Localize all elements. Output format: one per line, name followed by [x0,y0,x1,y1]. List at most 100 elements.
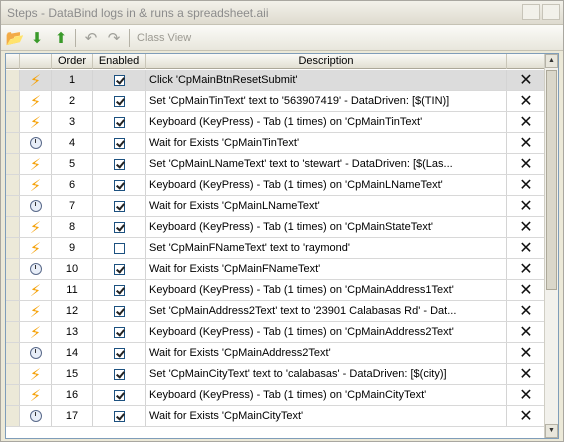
table-row[interactable]: 17 Wait for Exists 'CpMainCityText' ✕ [6,406,546,427]
row-selector[interactable] [6,343,20,363]
delete-step-icon[interactable]: ✕ [519,177,532,193]
description-cell[interactable]: Click 'CpMainBtnResetSubmit' [146,70,507,90]
minimize-button[interactable] [522,4,540,20]
delete-step-icon[interactable]: ✕ [519,408,532,424]
table-row[interactable]: ⚡ 15 Set 'CpMainCityText' text to 'calabas… [6,364,546,385]
delete-step-icon[interactable]: ✕ [519,198,532,214]
description-cell[interactable]: Wait for Exists 'CpMainFNameText' [146,259,507,279]
delete-step-icon[interactable]: ✕ [519,324,532,340]
enabled-checkbox[interactable] [113,347,125,359]
description-cell[interactable]: Keyboard (KeyPress) - Tab (1 times) on '… [146,112,507,132]
description-cell[interactable]: Keyboard (KeyPress) - Tab (1 times) on '… [146,280,507,300]
move-down-icon[interactable]: ⬇ [27,28,47,48]
description-cell[interactable]: Wait for Exists 'CpMainAddress2Text' [146,343,507,363]
description-cell[interactable]: Set 'CpMainAddress2Text' text to '23901 … [146,301,507,321]
delete-step-icon[interactable]: ✕ [519,156,532,172]
enabled-checkbox[interactable] [113,263,125,275]
row-selector[interactable] [6,280,20,300]
enabled-checkbox[interactable] [113,179,125,191]
delete-step-icon[interactable]: ✕ [519,345,532,361]
table-row[interactable]: 14 Wait for Exists 'CpMainAddress2Text' ✕ [6,343,546,364]
row-selector[interactable] [6,259,20,279]
undo-icon[interactable]: ↶ [81,28,101,48]
scroll-down-button[interactable]: ▼ [545,424,558,438]
description-cell[interactable]: Wait for Exists 'CpMainLNameText' [146,196,507,216]
delete-step-icon[interactable]: ✕ [519,135,532,151]
enabled-checkbox[interactable] [113,116,125,128]
table-row[interactable]: 4 Wait for Exists 'CpMainTinText' ✕ [6,133,546,154]
delete-step-icon[interactable]: ✕ [519,72,532,88]
description-cell[interactable]: Keyboard (KeyPress) - Tab (1 times) on '… [146,322,507,342]
table-row[interactable]: ⚡ 5 Set 'CpMainLNameText' text to 'stewart… [6,154,546,175]
enabled-checkbox[interactable] [113,326,125,338]
header-description[interactable]: Description [146,54,507,69]
enabled-checkbox[interactable] [113,158,125,170]
enabled-checkbox[interactable] [113,368,125,380]
delete-step-icon[interactable]: ✕ [519,366,532,382]
enabled-checkbox[interactable] [113,74,125,86]
scroll-thumb[interactable] [546,70,557,290]
maximize-button[interactable] [542,4,560,20]
row-selector[interactable] [6,91,20,111]
description-cell[interactable]: Set 'CpMainTinText' text to '563907419' … [146,91,507,111]
table-row[interactable]: ⚡ 2 Set 'CpMainTinText' text to '563907419… [6,91,546,112]
description-cell[interactable]: Keyboard (KeyPress) - Tab (1 times) on '… [146,385,507,405]
row-selector[interactable] [6,301,20,321]
delete-step-icon[interactable]: ✕ [519,387,532,403]
table-row[interactable]: ⚡ 13 Keyboard (KeyPress) - Tab (1 times) o… [6,322,546,343]
table-row[interactable]: ⚡ 1 Click 'CpMainBtnResetSubmit' ✕ [6,70,546,91]
table-row[interactable]: ⚡ 12 Set 'CpMainAddress2Text' text to '239… [6,301,546,322]
enabled-checkbox[interactable] [113,137,125,149]
delete-step-icon[interactable]: ✕ [519,261,532,277]
open-folder-icon[interactable]: 📂 [5,28,25,48]
enabled-checkbox[interactable] [113,389,125,401]
description-cell[interactable]: Set 'CpMainFNameText' text to 'raymond' [146,238,507,258]
vertical-scrollbar[interactable]: ▲ ▼ [544,54,558,438]
enabled-checkbox[interactable] [113,200,125,212]
row-selector[interactable] [6,406,20,426]
description-cell[interactable]: Wait for Exists 'CpMainCityText' [146,406,507,426]
row-selector[interactable] [6,70,20,90]
table-row[interactable]: ⚡ 6 Keyboard (KeyPress) - Tab (1 times) on… [6,175,546,196]
table-row[interactable]: ⚡ 16 Keyboard (KeyPress) - Tab (1 times) o… [6,385,546,406]
table-row[interactable]: ⚡ 9 Set 'CpMainFNameText' text to 'raymond… [6,238,546,259]
description-cell[interactable]: Wait for Exists 'CpMainTinText' [146,133,507,153]
delete-step-icon[interactable]: ✕ [519,114,532,130]
scroll-up-button[interactable]: ▲ [545,54,558,68]
delete-step-icon[interactable]: ✕ [519,282,532,298]
enabled-checkbox[interactable] [113,305,125,317]
table-row[interactable]: ⚡ 8 Keyboard (KeyPress) - Tab (1 times) on… [6,217,546,238]
row-selector[interactable] [6,385,20,405]
delete-step-icon[interactable]: ✕ [519,240,532,256]
delete-step-icon[interactable]: ✕ [519,219,532,235]
enabled-checkbox[interactable] [113,95,125,107]
row-selector[interactable] [6,364,20,384]
table-row[interactable]: 10 Wait for Exists 'CpMainFNameText' ✕ [6,259,546,280]
move-up-icon[interactable]: ⬆ [51,28,71,48]
table-row[interactable]: ⚡ 3 Keyboard (KeyPress) - Tab (1 times) on… [6,112,546,133]
description-cell[interactable]: Keyboard (KeyPress) - Tab (1 times) on '… [146,217,507,237]
table-row[interactable]: ⚡ 11 Keyboard (KeyPress) - Tab (1 times) o… [6,280,546,301]
description-cell[interactable]: Keyboard (KeyPress) - Tab (1 times) on '… [146,175,507,195]
row-selector[interactable] [6,238,20,258]
row-selector[interactable] [6,175,20,195]
header-order[interactable]: Order [52,54,93,69]
delete-step-icon[interactable]: ✕ [519,303,532,319]
description-cell[interactable]: Set 'CpMainLNameText' text to 'stewart' … [146,154,507,174]
row-selector[interactable] [6,196,20,216]
enabled-checkbox[interactable] [113,221,125,233]
row-selector[interactable] [6,133,20,153]
enabled-checkbox[interactable] [113,284,125,296]
header-enabled[interactable]: Enabled [93,54,146,69]
delete-step-icon[interactable]: ✕ [519,93,532,109]
enabled-checkbox[interactable] [113,410,125,422]
row-selector[interactable] [6,322,20,342]
class-view-button[interactable]: Class View [137,32,191,44]
enabled-checkbox[interactable] [113,242,125,254]
redo-icon[interactable]: ↷ [104,28,124,48]
description-cell[interactable]: Set 'CpMainCityText' text to 'calabasas'… [146,364,507,384]
row-selector[interactable] [6,154,20,174]
row-selector[interactable] [6,217,20,237]
table-row[interactable]: 7 Wait for Exists 'CpMainLNameText' ✕ [6,196,546,217]
row-selector[interactable] [6,112,20,132]
